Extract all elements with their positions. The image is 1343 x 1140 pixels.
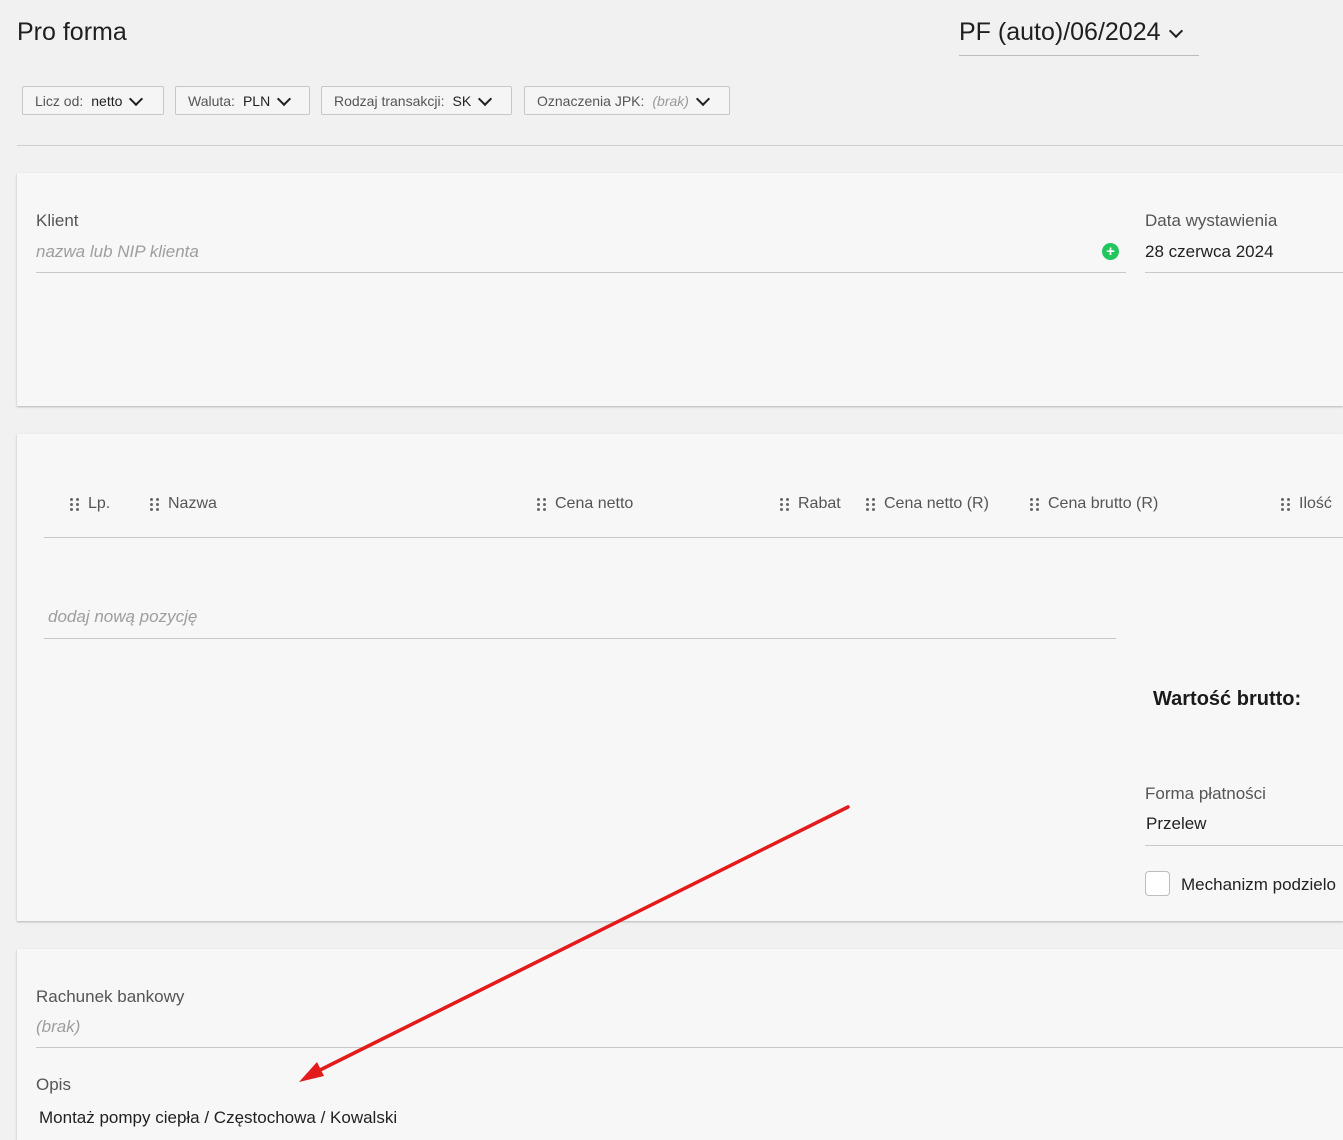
annotation-arrow-line <box>310 805 850 1076</box>
annotation-arrow-head <box>299 1062 324 1082</box>
annotation-arrow <box>299 805 850 1082</box>
